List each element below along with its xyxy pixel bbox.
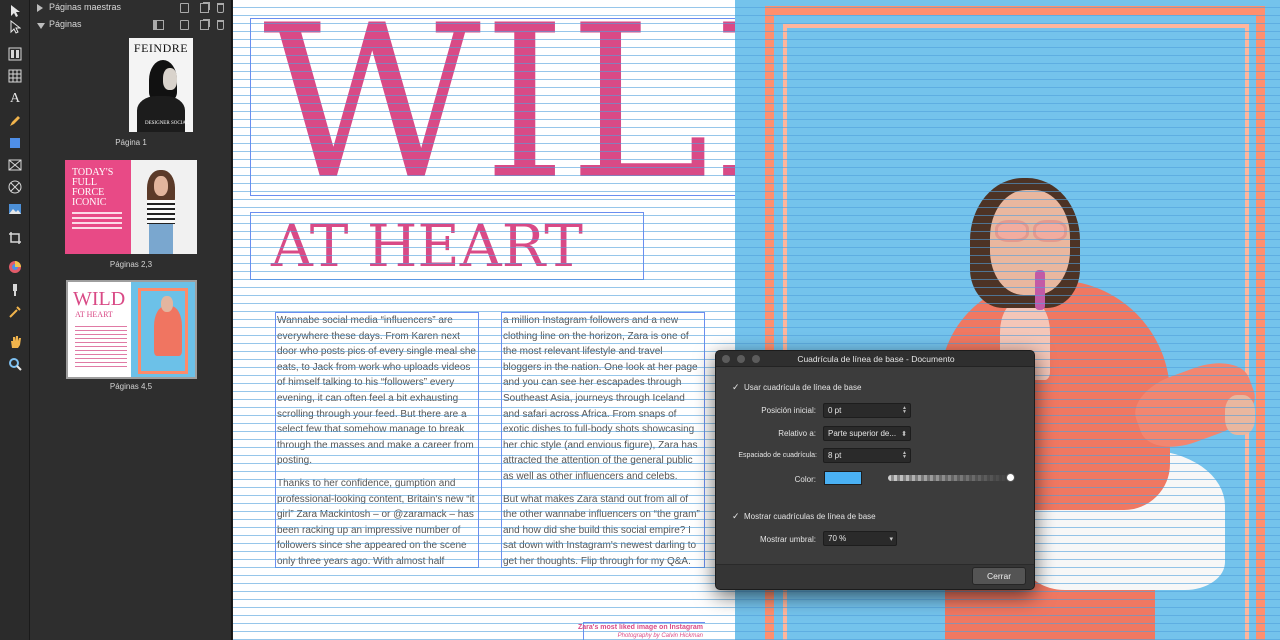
duplicate-page-icon[interactable] <box>200 20 209 30</box>
threshold-dropdown[interactable]: 70 % ▾ <box>823 531 897 546</box>
thumb-jeans <box>149 224 173 254</box>
grid-spacing-value: 8 pt <box>828 451 842 460</box>
table-tool-icon[interactable] <box>5 67 25 85</box>
photo-face <box>990 190 1070 295</box>
photo-caption-frame[interactable]: Zara's most liked image on Instagram Pho… <box>578 622 705 640</box>
master-pages-section[interactable]: Páginas maestras <box>30 0 232 16</box>
color-label: Color: <box>794 475 816 484</box>
thumb-girl <box>154 306 182 356</box>
pages-section[interactable]: Páginas <box>30 17 232 33</box>
caption-title: Zara's most liked image on Instagram <box>578 624 703 631</box>
color-picker-tool-icon[interactable] <box>5 258 25 276</box>
caption-credit: Photography by Calvin Hickman <box>617 633 703 639</box>
collapse-icon[interactable] <box>37 23 45 29</box>
eyedropper-tool-icon[interactable] <box>5 303 25 321</box>
thumb-text-lines <box>75 326 127 370</box>
node-tool-icon[interactable] <box>5 18 25 36</box>
grid-color-swatch[interactable] <box>824 471 862 485</box>
dropdown-arrow-icon: ▾ <box>889 536 893 543</box>
page-thumbnail-caption: Páginas 4,5 <box>109 382 153 391</box>
pen-tool-icon[interactable] <box>5 112 25 130</box>
ellipse-frame-tool-icon[interactable] <box>5 178 25 196</box>
threshold-value: 70 % <box>828 534 847 543</box>
pages-panel: Páginas maestras Páginas FEINDRE DESIGNE… <box>30 0 232 640</box>
thumb-text-lines <box>72 212 122 232</box>
dialog-titlebar[interactable]: Cuadrícula de línea de base - Documento <box>716 351 1034 367</box>
thumb-cover-footer: DESIGNER SOCIAL <box>144 121 189 126</box>
body-paragraph: Thanks to her confidence, gumption and p… <box>277 477 475 567</box>
close-button[interactable]: Cerrar <box>972 567 1026 585</box>
stepper-icon[interactable]: ▲ ▼ <box>902 451 907 460</box>
subheadline-text[interactable]: AT HEART <box>271 215 583 277</box>
thumb-wild-text: WILD <box>73 288 126 310</box>
delete-master-icon[interactable] <box>217 3 224 13</box>
frame-text-tool-icon[interactable] <box>5 45 25 63</box>
artistic-text-tool-icon[interactable]: A <box>5 90 25 108</box>
stepper-icon[interactable]: ▲ ▼ <box>902 406 907 415</box>
master-pages-label: Páginas maestras <box>49 2 122 12</box>
thumb-face <box>161 296 173 312</box>
delete-page-icon[interactable] <box>217 20 224 30</box>
start-position-value: 0 pt <box>828 406 842 415</box>
use-grid-checkbox[interactable]: ✓ <box>732 382 742 392</box>
rectangle-tool-icon[interactable] <box>5 134 25 152</box>
page-thumbnail-1[interactable]: FEINDRE DESIGNER SOCIAL <box>129 38 193 132</box>
crop-tool-icon[interactable] <box>5 229 25 247</box>
tools-toolbar: A <box>0 0 30 640</box>
sunglasses-lens-left <box>995 220 1029 242</box>
dropdown-arrow-icon: ⬍ <box>901 431 907 438</box>
sunglasses-lens-right <box>1033 220 1067 242</box>
page-thumbnail-2-3[interactable]: TODAY'S FULL FORCE ICONIC <box>65 160 197 254</box>
place-image-tool-icon[interactable] <box>5 200 25 218</box>
fill-tool-icon[interactable] <box>5 281 25 299</box>
subheadline-frame[interactable]: AT HEART <box>250 212 644 280</box>
page-thumbnail-caption: Páginas 2,3 <box>109 260 153 269</box>
thumb-heart-text: AT HEART <box>75 310 113 319</box>
photo-hand <box>1225 395 1255 435</box>
picture-frame-tool-icon[interactable] <box>5 156 25 174</box>
zoom-tool-icon[interactable] <box>5 355 25 373</box>
add-master-page-icon[interactable] <box>180 3 189 13</box>
threshold-label: Mostrar umbral: <box>759 535 816 544</box>
add-page-icon[interactable] <box>180 20 189 30</box>
baseline-grid-dialog: Cuadrícula de línea de base - Documento … <box>715 350 1035 590</box>
dialog-title: Cuadrícula de línea de base - Documento <box>797 354 955 364</box>
show-grids-checkbox[interactable]: ✓ <box>732 511 742 521</box>
page-thumbnail-caption: Página 1 <box>115 138 147 147</box>
thumb-cover-text: TODAY'S FULL FORCE ICONIC <box>72 167 114 208</box>
left-page[interactable]: WILD AT HEART Wannabe social media “infl… <box>233 0 881 640</box>
relative-to-label: Relativo a: <box>778 429 816 438</box>
use-grid-label: Usar cuadrícula de línea de base <box>744 383 862 392</box>
text-column-1[interactable]: Wannabe social media “influencers” are e… <box>275 312 479 568</box>
relative-to-dropdown[interactable]: Parte superior de... ⬍ <box>823 426 911 441</box>
spread-toggle-icon[interactable] <box>153 20 164 30</box>
body-paragraph: Wannabe social media “influencers” are e… <box>277 315 476 467</box>
affinity-publisher-window: A Páginas maestras Páginas FEINDRE DESIG… <box>0 0 1280 640</box>
start-position-field[interactable]: 0 pt ▲ ▼ <box>823 403 911 418</box>
body-paragraph: But what makes Zara stand out from all o… <box>503 493 700 567</box>
grid-spacing-field[interactable]: 8 pt ▲ ▼ <box>823 448 911 463</box>
thumb-cover-title: FEINDRE <box>133 41 189 55</box>
relative-to-value: Parte superior de... <box>828 429 897 438</box>
page-thumbnail-4-5-selected[interactable]: WILD AT HEART <box>66 280 197 379</box>
photo-braid <box>1035 270 1045 310</box>
duplicate-master-icon[interactable] <box>200 3 209 13</box>
thumb-shirt <box>147 200 175 224</box>
thumb-face <box>154 176 168 196</box>
thumb-face <box>163 68 177 90</box>
start-position-label: Posición inicial: <box>761 406 816 415</box>
expand-icon[interactable] <box>37 4 43 12</box>
text-column-2[interactable]: a million Instagram followers and a new … <box>501 312 705 568</box>
grid-spacing-label: Espaciado de cuadrícula: <box>738 452 817 459</box>
hand-tool-icon[interactable] <box>5 333 25 351</box>
grid-opacity-slider-knob[interactable] <box>1006 473 1015 482</box>
pages-label: Páginas <box>49 19 82 29</box>
grid-opacity-slider[interactable] <box>888 475 1014 481</box>
show-grids-label: Mostrar cuadrículas de línea de base <box>744 512 876 521</box>
body-paragraph: a million Instagram followers and a new … <box>503 315 698 482</box>
